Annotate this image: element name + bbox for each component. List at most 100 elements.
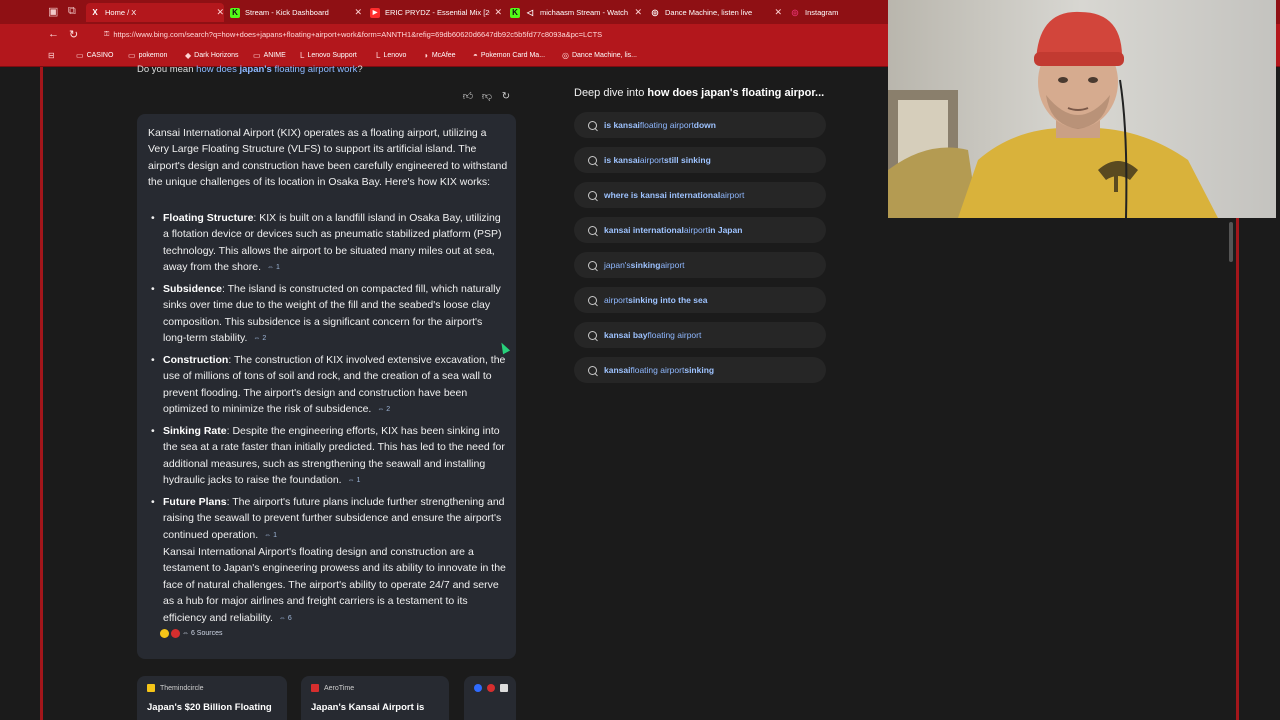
tab-actions-icon[interactable]: ⧉ [68, 5, 76, 18]
window-frame-right [1236, 216, 1239, 720]
bookmark-lenovo-support[interactable]: L Lenovo Support [300, 51, 357, 60]
did-you-mean-prefix: Do you mean [137, 64, 194, 75]
close-tab-icon[interactable]: ✕ [494, 7, 502, 18]
tab-dance-machine[interactable]: ◎ Dance Machine, listen live ✕ [648, 3, 783, 22]
window-menu-icon[interactable]: ▣ [48, 5, 58, 18]
site-icon: ◆ [185, 51, 192, 60]
apps-icon[interactable]: ⊟ [48, 51, 58, 60]
related-search-item[interactable]: is kansai floating airport down [574, 112, 826, 138]
citation-link[interactable]: ⇔ 1 [348, 473, 361, 489]
bookmark-casino[interactable]: ▭ CASINO [76, 51, 113, 60]
close-tab-icon[interactable]: ✕ [634, 7, 642, 18]
bookmark-lenovo[interactable]: L Lenovo [376, 51, 406, 60]
source-favicon-icon [474, 684, 482, 692]
source-favicon-icon [487, 684, 495, 692]
folder-icon: ▭ [253, 51, 261, 60]
related-search-item[interactable]: is kansai airport still sinking [574, 147, 826, 173]
lenovo-icon: L [376, 51, 381, 60]
source-favicon-icon [160, 629, 169, 638]
deep-dive-title: Deep dive into how does japan's floating… [574, 87, 825, 99]
close-tab-icon[interactable]: ✕ [216, 7, 224, 18]
source-favicon-icon [171, 629, 180, 638]
radio-icon: ◎ [651, 8, 659, 17]
kick-icon: K [230, 7, 240, 18]
citation-link[interactable]: ⇔ 1 [267, 260, 280, 276]
url-field[interactable]: ⚿ https://www.bing.com/search?q=how+does… [92, 27, 880, 42]
search-icon [588, 155, 597, 165]
mcafee-icon: ◗ [424, 51, 429, 60]
tab-title: Home / X [105, 8, 137, 17]
back-icon[interactable]: ← [48, 28, 59, 40]
tab-kick-stream[interactable]: K ◁ michaasm Stream - Watch Li... ✕ [508, 3, 642, 22]
result-card[interactable]: AeroTime Japan's Kansai Airport is [301, 676, 449, 720]
source-favicon-icon [147, 684, 155, 692]
sources-label: ⇔ 6 Sources [182, 630, 223, 637]
tab-youtube-eric-prydz[interactable]: ▶ ERIC PRYDZ - Essential Mix [2007] ✕ [368, 3, 502, 22]
youtube-icon: ▶ [370, 7, 380, 18]
webcam-overlay [888, 0, 1276, 218]
related-search-item[interactable]: japan's sinking airport [574, 252, 826, 278]
refresh-icon[interactable]: ↻ [69, 28, 78, 41]
webcam-person-illustration [888, 0, 1276, 218]
answer-bullets: Floating Structure: KIX is built on a la… [148, 210, 508, 631]
tab-kick-dashboard[interactable]: K Stream - Kick Dashboard ✕ [228, 3, 362, 22]
x-logo-icon: X [92, 8, 98, 17]
tab-title: ERIC PRYDZ - Essential Mix [2007] [385, 8, 490, 17]
bookmark-anime[interactable]: ▭ ANIME [253, 51, 286, 60]
search-icon [588, 190, 597, 200]
bookmark-mcafee[interactable]: ◗ McAfee [424, 51, 456, 60]
sources-button[interactable]: ⇔ 6 Sources [160, 629, 222, 638]
result-card-source: Themindcircle [160, 684, 204, 692]
tab-title: Stream - Kick Dashboard [245, 8, 329, 17]
more-results-card[interactable] [464, 676, 516, 720]
list-item: Floating Structure: KIX is built on a la… [148, 210, 508, 277]
refresh-answer-icon[interactable]: ↻ [499, 90, 513, 104]
bookmark-pokemon[interactable]: ▭ pokemon [128, 51, 167, 60]
search-icon [588, 120, 597, 130]
thumbs-up-icon[interactable]: 👍︎ [461, 90, 475, 104]
search-icon [588, 365, 597, 375]
tab-home-x[interactable]: X Home / X ✕ [86, 3, 224, 22]
did-you-mean-link[interactable]: how does japan's floating airport work [196, 64, 357, 75]
scrollbar-thumb[interactable] [1229, 222, 1233, 262]
radio-icon: ◎ [562, 51, 569, 60]
bookmark-dance-machine[interactable]: ◎ Dance Machine, lis... [562, 51, 637, 60]
related-search-item[interactable]: kansai bay floating airport [574, 322, 826, 348]
result-card[interactable]: Themindcircle Japan's $20 Billion Floati… [137, 676, 287, 720]
pokeball-icon: ◓ [473, 51, 478, 60]
related-search-item[interactable]: kansai international airport in Japan [574, 217, 826, 243]
window-frame-left [40, 67, 43, 720]
bookmark-pokemon-card[interactable]: ◓ Pokemon Card Ma... [473, 51, 545, 60]
related-search-item[interactable]: airport sinking into the sea [574, 287, 826, 313]
thumbs-down-icon[interactable]: 👎︎ [480, 90, 494, 104]
close-tab-icon[interactable]: ✕ [354, 7, 362, 18]
related-search-item[interactable]: where is kansai international airport [574, 182, 826, 208]
result-card-title: Japan's Kansai Airport is [311, 702, 425, 713]
kick-icon: K [510, 7, 520, 18]
bookmark-dark-horizons[interactable]: ◆ Dark Horizons [185, 51, 239, 60]
answer-intro: Kansai International Airport (KIX) opera… [148, 127, 508, 189]
citation-link[interactable]: ⇔ 1 [264, 528, 277, 544]
source-favicon-icon [500, 684, 508, 692]
result-card-title: Japan's $20 Billion Floating [147, 702, 272, 713]
url-text: https://www.bing.com/search?q=how+does+j… [113, 30, 603, 39]
lenovo-icon: L [300, 51, 305, 60]
answer-card: Kansai International Airport (KIX) opera… [137, 114, 516, 659]
citation-link[interactable]: ⇔ 2 [377, 402, 390, 418]
list-item: Future Plans: The airport's future plans… [148, 494, 508, 627]
close-tab-icon[interactable]: ✕ [774, 7, 782, 18]
speaker-icon[interactable]: ◁ [525, 8, 535, 18]
related-search-item[interactable]: kansai floating airport sinking [574, 357, 826, 383]
lock-icon: ⚿ [104, 30, 110, 38]
tab-instagram[interactable]: ◎ Instagram [788, 3, 884, 22]
tab-title: michaasm Stream - Watch Li... [540, 8, 630, 17]
citation-link[interactable]: ⇔ 6 [279, 611, 292, 627]
list-item: Construction: The construction of KIX in… [148, 352, 508, 419]
citation-link[interactable]: ⇔ 2 [253, 331, 266, 347]
folder-icon: ▭ [76, 51, 84, 60]
instagram-icon: ◎ [791, 8, 799, 17]
folder-icon: ▭ [128, 51, 136, 60]
search-icon [588, 225, 597, 235]
list-item: Subsidence: The island is constructed on… [148, 281, 508, 348]
search-icon [588, 260, 597, 270]
